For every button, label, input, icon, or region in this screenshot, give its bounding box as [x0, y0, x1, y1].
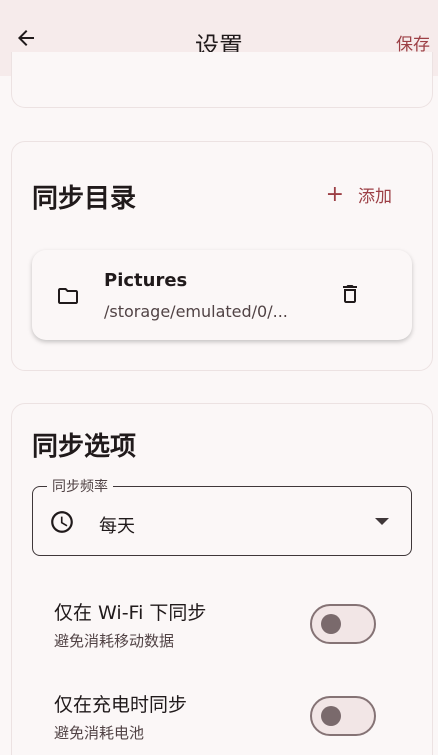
wifi-only-label: 仅在 Wi-Fi 下同步 [54, 602, 207, 624]
clock-icon [51, 511, 73, 533]
directory-name: Pictures [104, 270, 188, 291]
sync-frequency-label: 同步频率 [47, 476, 113, 496]
trash-icon[interactable] [338, 280, 362, 308]
arrow-left-icon [18, 30, 34, 46]
directory-path: /storage/emulated/0/... [104, 302, 288, 321]
directory-item[interactable]: Pictures /storage/emulated/0/... [32, 250, 412, 340]
toggle-knob [321, 706, 341, 726]
charging-only-toggle[interactable] [310, 696, 376, 736]
add-directory-button[interactable]: + 添加 [326, 182, 392, 207]
back-button[interactable] [10, 22, 42, 54]
sync-directories-card: 同步目录 + 添加 Pictures /storage/emulated/0/.… [11, 141, 433, 371]
sync-directories-title: 同步目录 [32, 184, 137, 214]
previous-section-card [11, 52, 433, 108]
chevron-down-icon [375, 518, 389, 525]
charging-only-label: 仅在充电时同步 [54, 694, 188, 716]
wifi-only-subtitle: 避免消耗移动数据 [54, 632, 175, 650]
add-directory-label: 添加 [358, 187, 392, 207]
plus-icon: + [325, 181, 344, 207]
sync-options-card: 同步选项 同步频率 每天 仅在 Wi-Fi 下同步 避免消耗移动数据 仅在充电时… [11, 403, 433, 755]
wifi-only-toggle[interactable] [310, 604, 376, 644]
sync-options-title: 同步选项 [32, 432, 137, 462]
folder-icon [58, 288, 78, 304]
sync-frequency-select[interactable]: 同步频率 每天 [32, 476, 412, 556]
charging-only-subtitle: 避免消耗电池 [54, 724, 145, 742]
toggle-knob [321, 614, 341, 634]
sync-frequency-value: 每天 [99, 516, 135, 537]
